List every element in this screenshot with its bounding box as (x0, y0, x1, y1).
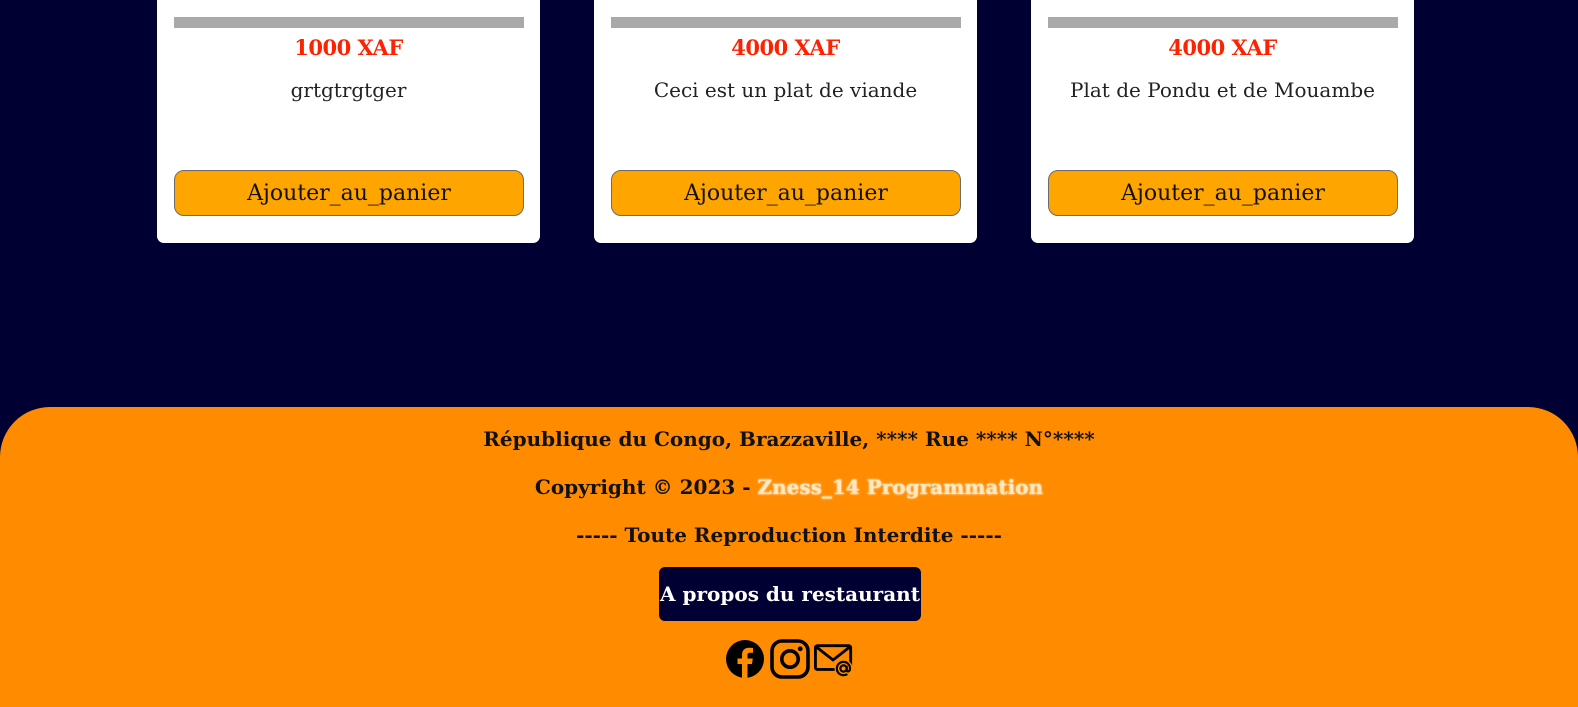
product-image (1048, 17, 1398, 28)
footer: République du Congo, Brazzaville, **** R… (0, 407, 1578, 707)
product-card: 4000 XAF Ceci est un plat de viande Ajou… (594, 0, 977, 243)
about-restaurant-button[interactable]: A propos du restaurant (659, 567, 921, 621)
email-icon[interactable] (814, 639, 854, 679)
product-list: 1000 XAF grtgtrgtger Ajouter_au_panier 4… (0, 0, 1578, 260)
add-to-cart-button[interactable]: Ajouter_au_panier (174, 170, 524, 216)
add-to-cart-button[interactable]: Ajouter_au_panier (1048, 170, 1398, 216)
reproduction-notice: ----- Toute Reproduction Interdite ----- (576, 523, 1002, 547)
product-description: Plat de Pondu et de Mouambe (1070, 78, 1375, 102)
footer-copyright: Copyright © 2023 - Zness_14 Programmatio… (0, 475, 1578, 499)
product-card: 1000 XAF grtgtrgtger Ajouter_au_panier (157, 0, 540, 243)
instagram-icon[interactable] (770, 639, 810, 679)
product-image (174, 17, 524, 28)
footer-address: République du Congo, Brazzaville, **** R… (483, 427, 1095, 451)
product-image (611, 17, 961, 28)
copyright-text: Copyright © 2023 - (534, 475, 758, 499)
facebook-icon[interactable] (725, 639, 765, 679)
product-price: 1000 XAF (294, 35, 403, 60)
brand-link[interactable]: Zness_14 Programmation (758, 475, 1044, 499)
product-price: 4000 XAF (731, 35, 840, 60)
product-price: 4000 XAF (1168, 35, 1277, 60)
add-to-cart-button[interactable]: Ajouter_au_panier (611, 170, 961, 216)
product-description: Ceci est un plat de viande (653, 78, 918, 102)
product-card: 4000 XAF Plat de Pondu et de Mouambe Ajo… (1031, 0, 1414, 243)
social-links (725, 639, 865, 681)
product-description: grtgtrgtger (290, 78, 407, 102)
